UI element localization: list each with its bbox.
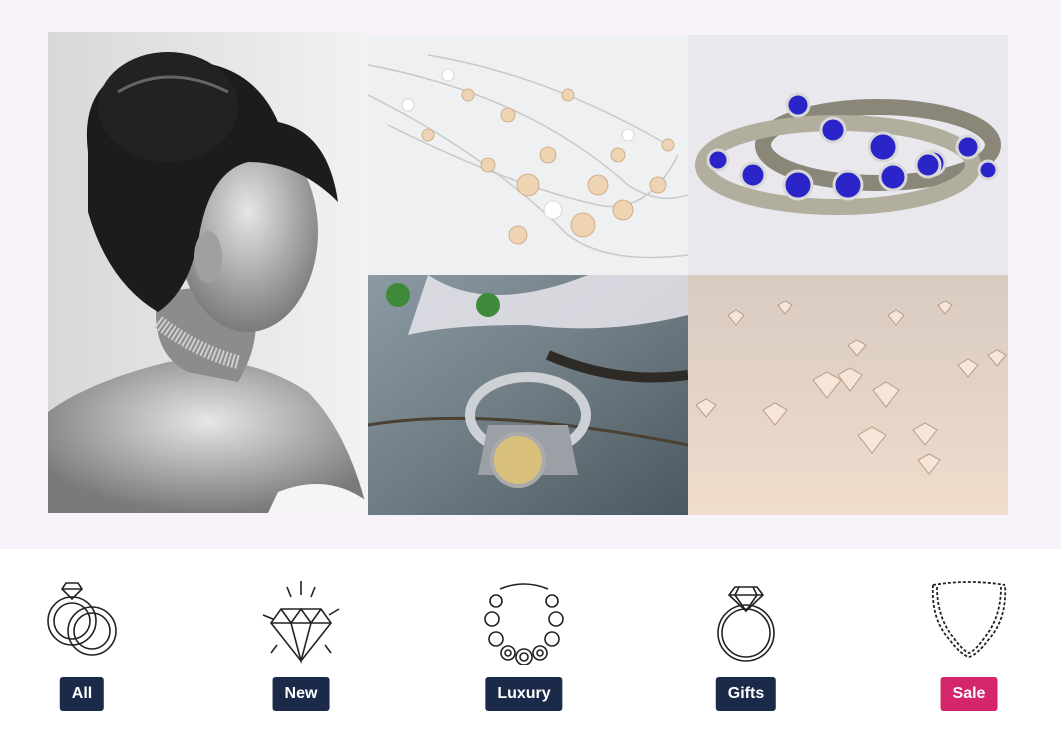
category-gifts-button[interactable]: Gifts <box>715 677 777 711</box>
category-bar: All New Luxury Gifts Sale <box>0 549 1061 741</box>
category-luxury-button[interactable]: Luxury <box>485 677 563 711</box>
hero-gallery <box>0 0 1061 549</box>
category-all: All <box>12 549 152 741</box>
ornate-necklace-icon <box>484 583 564 665</box>
category-sale: Sale <box>899 549 1039 741</box>
vintage-ring-photo[interactable] <box>368 275 688 515</box>
sapphire-bangles-photo[interactable] <box>688 35 1008 275</box>
category-luxury: Luxury <box>454 549 594 741</box>
chain-necklace-icon <box>931 581 1007 658</box>
pearl-necklace-photo[interactable] <box>368 35 688 275</box>
portrait-photo[interactable] <box>48 32 368 513</box>
loose-diamonds-photo[interactable] <box>688 275 1008 515</box>
category-sale-button[interactable]: Sale <box>940 677 998 711</box>
sparkling-diamond-icon <box>262 581 340 665</box>
category-new-button[interactable]: New <box>272 677 330 711</box>
category-new: New <box>231 549 371 741</box>
category-gifts: Gifts <box>676 549 816 741</box>
category-all-button[interactable]: All <box>59 677 105 711</box>
linked-rings-icon <box>47 582 117 656</box>
diamond-ring-icon <box>717 586 775 662</box>
